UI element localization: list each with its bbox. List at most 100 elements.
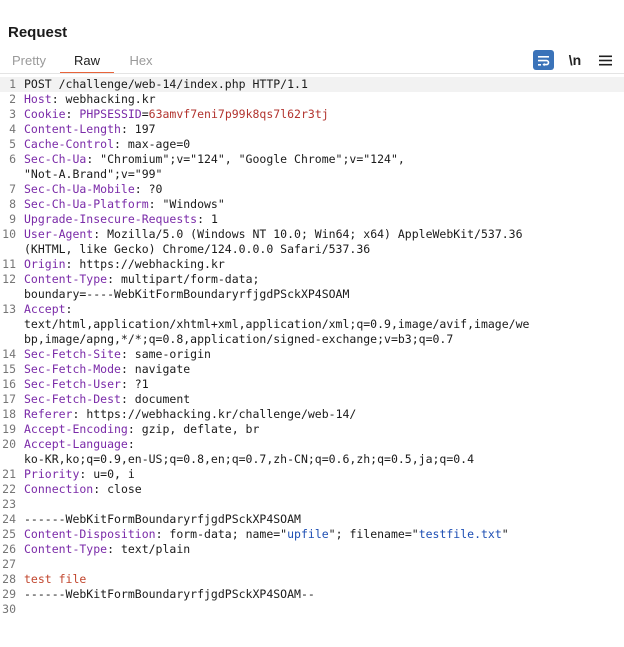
header-key: Connection [24, 482, 94, 496]
token: : webhacking.kr [51, 92, 156, 106]
header-key: Sec-Ch-Ua [24, 152, 87, 166]
code-line[interactable]: 18 Referer: https://webhacking.kr/challen… [0, 407, 624, 422]
code-line[interactable]: 19 Accept-Encoding: gzip, deflate, br [0, 422, 624, 437]
token: 63amvf7eni7p99k8qs7l62r3tj [148, 107, 329, 121]
line-text: test file [24, 572, 86, 587]
tabs-divider [0, 73, 624, 74]
code-line[interactable]: 10 User-Agent: Mozilla/5.0 (Windows NT 10… [0, 227, 624, 242]
line-text: Sec-Fetch-Site: same-origin [24, 347, 211, 362]
code-line[interactable]: 5 Cache-Control: max-age=0 [0, 137, 624, 152]
tab-hex[interactable]: Hex [116, 51, 166, 72]
line-text: ------WebKitFormBoundaryrfjgdPSckXP4SOAM [24, 512, 301, 527]
tab-raw[interactable]: Raw [60, 51, 114, 74]
code-line[interactable]: 14 Sec-Fetch-Site: same-origin [0, 347, 624, 362]
code-line[interactable]: 28 test file [0, 572, 624, 587]
code-line[interactable]: 30 [0, 602, 624, 617]
code-line[interactable]: 24 ------WebKitFormBoundaryrfjgdPSckXP4SO… [0, 512, 624, 527]
code-line[interactable]: 7 Sec-Ch-Ua-Mobile: ?0 [0, 182, 624, 197]
code-line[interactable]: 11 Origin: https://webhacking.kr [0, 257, 624, 272]
token: : multipart/form-data; [107, 272, 260, 286]
code-line[interactable]: 20 Accept-Language: [0, 437, 624, 452]
code-line[interactable]: 2 Host: webhacking.kr [0, 92, 624, 107]
line-text: Sec-Fetch-Dest: document [24, 392, 190, 407]
code-line[interactable]: 25 Content-Disposition: form-data; name="… [0, 527, 624, 542]
token: = [141, 107, 149, 121]
line-number: 7 [9, 182, 16, 196]
show-newlines-button[interactable]: \n [565, 50, 585, 70]
token: : u=0, i [79, 467, 135, 481]
line-text: Origin: https://webhacking.kr [24, 257, 225, 272]
code-line[interactable]: 26 Content-Type: text/plain [0, 542, 624, 557]
code-line[interactable]: (KHTML, like Gecko) Chrome/124.0.0.0 Saf… [0, 242, 624, 257]
line-number: 2 [9, 92, 16, 106]
code-line[interactable]: 13 Accept: [0, 302, 624, 317]
menu-button[interactable] [596, 50, 614, 70]
token: : Mozilla/5.0 (Windows NT 10.0; Win64; x… [93, 227, 523, 241]
code-line[interactable]: 3 Cookie: PHPSESSID=63amvf7eni7p99k8qs7l6… [0, 107, 624, 122]
wrap-lines-button[interactable] [533, 50, 554, 70]
line-number: 25 [2, 527, 16, 541]
header-key: Cookie [24, 107, 66, 121]
line-text: User-Agent: Mozilla/5.0 (Windows NT 10.0… [24, 227, 523, 242]
token: (KHTML, like Gecko) Chrome/124.0.0.0 Saf… [24, 242, 371, 256]
token: : same-origin [120, 347, 211, 361]
code-line[interactable]: "Not-A.Brand";v="99" [0, 167, 624, 182]
token: : [127, 437, 135, 451]
header-key: Sec-Ch-Ua-Platform [24, 197, 149, 211]
token: : form-data; name=" [155, 527, 288, 541]
code-line[interactable]: 9 Upgrade-Insecure-Requests: 1 [0, 212, 624, 227]
header-key: Sec-Fetch-Mode [24, 362, 121, 376]
token: : [65, 107, 80, 121]
code-line[interactable]: 1 POST /challenge/web-14/index.php HTTP/1… [0, 77, 624, 92]
line-text: Sec-Ch-Ua: "Chromium";v="124", "Google C… [24, 152, 405, 167]
code-line[interactable]: 21 Priority: u=0, i [0, 467, 624, 482]
line-text: Upgrade-Insecure-Requests: 1 [24, 212, 218, 227]
line-text: Cookie: PHPSESSID=63amvf7eni7p99k8qs7l62… [24, 107, 329, 122]
line-text: Cache-Control: max-age=0 [24, 137, 190, 152]
code-line[interactable]: 8 Sec-Ch-Ua-Platform: "Windows" [0, 197, 624, 212]
header-key: Host [24, 92, 52, 106]
header-key: Content-Type [24, 272, 108, 286]
raw-request-editor[interactable]: 1 POST /challenge/web-14/index.php HTTP/1… [0, 77, 624, 617]
line-text: ko-KR,ko;q=0.9,en-US;q=0.8,en;q=0.7,zh-C… [24, 452, 474, 467]
code-line[interactable]: 17 Sec-Fetch-Dest: document [0, 392, 624, 407]
code-line[interactable]: 4 Content-Length: 197 [0, 122, 624, 137]
code-line[interactable]: 12 Content-Type: multipart/form-data; [0, 272, 624, 287]
code-line[interactable]: 15 Sec-Fetch-Mode: navigate [0, 362, 624, 377]
token: : navigate [120, 362, 191, 376]
line-text: Accept-Encoding: gzip, deflate, br [24, 422, 259, 437]
header-key: Upgrade-Insecure-Requests [24, 212, 198, 226]
line-text: boundary=----WebKitFormBoundaryrfjgdPSck… [24, 287, 349, 302]
header-key: Content-Length [24, 122, 121, 136]
code-line[interactable]: 22 Connection: close [0, 482, 624, 497]
code-line[interactable]: 23 [0, 497, 624, 512]
code-line[interactable]: 16 Sec-Fetch-User: ?1 [0, 377, 624, 392]
token: boundary=----WebKitFormBoundaryrfjgdPSck… [24, 287, 350, 301]
line-text: Content-Type: multipart/form-data; [24, 272, 259, 287]
line-number: 23 [2, 497, 16, 511]
code-line[interactable]: 29 ------WebKitFormBoundaryrfjgdPSckXP4SO… [0, 587, 624, 602]
line-number: 24 [2, 512, 16, 526]
line-number: 8 [9, 197, 16, 211]
code-line[interactable]: boundary=----WebKitFormBoundaryrfjgdPSck… [0, 287, 624, 302]
line-text: (KHTML, like Gecko) Chrome/124.0.0.0 Saf… [24, 242, 370, 257]
token: : close [93, 482, 142, 496]
line-text: Sec-Ch-Ua-Mobile: ?0 [24, 182, 162, 197]
line-text: Host: webhacking.kr [24, 92, 156, 107]
code-line[interactable]: text/html,application/xhtml+xml,applicat… [0, 317, 624, 332]
header-key: Referer [24, 407, 73, 421]
token: : max-age=0 [114, 137, 191, 151]
code-line[interactable]: 27 [0, 557, 624, 572]
token: text/html,application/xhtml+xml,applicat… [24, 317, 530, 331]
line-text: Content-Type: text/plain [24, 542, 190, 557]
line-number: 26 [2, 542, 16, 556]
code-line[interactable]: bp,image/apng,*/*;q=0.8,application/sign… [0, 332, 624, 347]
tab-pretty[interactable]: Pretty [0, 51, 58, 72]
code-line[interactable]: 6 Sec-Ch-Ua: "Chromium";v="124", "Google … [0, 152, 624, 167]
line-text: Sec-Fetch-User: ?1 [24, 377, 149, 392]
token: : document [120, 392, 191, 406]
token: : 197 [120, 122, 156, 136]
header-key: Accept-Encoding [24, 422, 128, 436]
code-line[interactable]: ko-KR,ko;q=0.9,en-US;q=0.8,en;q=0.7,zh-C… [0, 452, 624, 467]
line-number: 11 [2, 257, 16, 271]
